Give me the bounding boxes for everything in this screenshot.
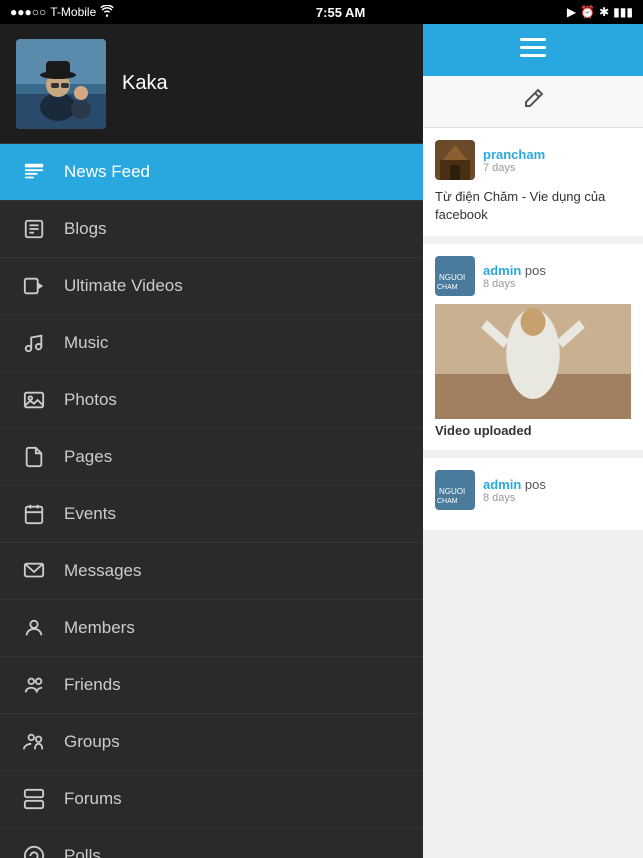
svg-text:CHAM: CHAM — [437, 284, 458, 291]
feed-time: 8 days — [483, 492, 546, 504]
feed: prancham 7 days Từ điện Chăm - Vie dụng … — [423, 128, 643, 858]
videos-icon — [20, 272, 48, 300]
feed-text: Từ điện Chăm - Vie dụng của facebook — [435, 188, 631, 224]
sidebar-item-label: Messages — [64, 561, 141, 581]
feed-username: admin pos — [483, 477, 546, 492]
status-bar: ●●●○○ T-Mobile 7:55 AM ▶ ⏰ ✱ ▮▮▮ — [0, 0, 643, 24]
sidebar-item-ultimate-videos[interactable]: Ultimate Videos — [0, 258, 423, 315]
hamburger-button[interactable] — [520, 38, 546, 63]
feed-meta: admin pos 8 days — [483, 263, 546, 290]
sidebar-item-blogs[interactable]: Blogs — [0, 201, 423, 258]
location-icon: ▶ — [567, 5, 576, 19]
feed-avatar-admin2: NGUOI CHAM — [435, 470, 475, 510]
feed-caption: Video uploaded — [435, 423, 631, 438]
avatar — [16, 39, 106, 129]
signal-dots: ●●●○○ — [10, 5, 46, 19]
blogs-icon — [20, 215, 48, 243]
sidebar-item-label: Friends — [64, 675, 121, 695]
sidebar-item-label: Events — [64, 504, 116, 524]
feed-avatar-prancham — [435, 140, 475, 180]
forums-icon — [20, 785, 48, 813]
sidebar-item-label: Groups — [64, 732, 120, 752]
status-left: ●●●○○ T-Mobile — [10, 5, 114, 20]
svg-text:NGUOI: NGUOI — [439, 273, 465, 282]
friends-icon — [20, 671, 48, 699]
svg-text:CHAM: CHAM — [437, 498, 458, 505]
nav-list: News Feed Blogs Ultimate Videos — [0, 144, 423, 858]
sidebar-item-groups[interactable]: Groups — [0, 714, 423, 771]
feed-video-thumbnail[interactable] — [435, 304, 631, 419]
sidebar-item-label: Ultimate Videos — [64, 276, 183, 296]
sidebar-item-friends[interactable]: Friends — [0, 657, 423, 714]
sidebar-item-forums[interactable]: Forums — [0, 771, 423, 828]
profile-area[interactable]: Kaka — [0, 24, 423, 144]
bluetooth-icon: ✱ — [599, 5, 609, 19]
news-feed-icon — [20, 158, 48, 186]
pages-icon — [20, 443, 48, 471]
members-icon — [20, 614, 48, 642]
compose-button[interactable] — [522, 88, 544, 115]
sidebar-item-music[interactable]: Music — [0, 315, 423, 372]
feed-header: NGUOI CHAM admin pos 8 days — [435, 256, 631, 296]
feed-time: 7 days — [483, 162, 545, 174]
sidebar-item-photos[interactable]: Photos — [0, 372, 423, 429]
feed-post-2: NGUOI CHAM admin pos 8 days — [423, 244, 643, 450]
sidebar-item-events[interactable]: Events — [0, 486, 423, 543]
feed-time: 8 days — [483, 278, 546, 290]
sidebar-item-label: Music — [64, 333, 108, 353]
feed-meta: admin pos 8 days — [483, 477, 546, 504]
feed-username: prancham — [483, 147, 545, 162]
events-icon — [20, 500, 48, 528]
feed-post-1: prancham 7 days Từ điện Chăm - Vie dụng … — [423, 128, 643, 236]
alarm-icon: ⏰ — [580, 5, 595, 19]
music-icon — [20, 329, 48, 357]
sidebar-item-label: Pages — [64, 447, 112, 467]
battery-icon: ▮▮▮ — [613, 5, 633, 19]
sidebar-item-label: Members — [64, 618, 135, 638]
feed-header: prancham 7 days — [435, 140, 631, 180]
sidebar-item-members[interactable]: Members — [0, 600, 423, 657]
wifi-icon — [100, 5, 114, 20]
svg-text:NGUOI: NGUOI — [439, 487, 465, 496]
sidebar-item-label: Polls — [64, 846, 101, 858]
top-bar — [423, 24, 643, 76]
feed-meta: prancham 7 days — [483, 147, 545, 174]
sidebar-item-label: Forums — [64, 789, 122, 809]
groups-icon — [20, 728, 48, 756]
profile-name: Kaka — [122, 72, 168, 95]
sidebar-item-news-feed[interactable]: News Feed — [0, 144, 423, 201]
photos-icon — [20, 386, 48, 414]
sidebar-item-pages[interactable]: Pages — [0, 429, 423, 486]
carrier-label: T-Mobile — [50, 5, 96, 19]
sidebar-item-polls[interactable]: Polls — [0, 828, 423, 858]
right-panel: prancham 7 days Từ điện Chăm - Vie dụng … — [423, 24, 643, 858]
sidebar-item-label: Photos — [64, 390, 117, 410]
status-right: ▶ ⏰ ✱ ▮▮▮ — [567, 5, 633, 19]
sidebar-item-messages[interactable]: Messages — [0, 543, 423, 600]
main-layout: Kaka News Feed Blogs — [0, 24, 643, 858]
sidebar: Kaka News Feed Blogs — [0, 24, 423, 858]
feed-header: NGUOI CHAM admin pos 8 days — [435, 470, 631, 510]
sidebar-item-label: News Feed — [64, 162, 150, 182]
feed-username: admin pos — [483, 263, 546, 278]
feed-avatar-admin: NGUOI CHAM — [435, 256, 475, 296]
messages-icon — [20, 557, 48, 585]
compose-bar — [423, 76, 643, 128]
feed-post-3: NGUOI CHAM admin pos 8 days — [423, 458, 643, 530]
status-time: 7:55 AM — [316, 5, 365, 20]
polls-icon — [20, 842, 48, 858]
sidebar-item-label: Blogs — [64, 219, 107, 239]
